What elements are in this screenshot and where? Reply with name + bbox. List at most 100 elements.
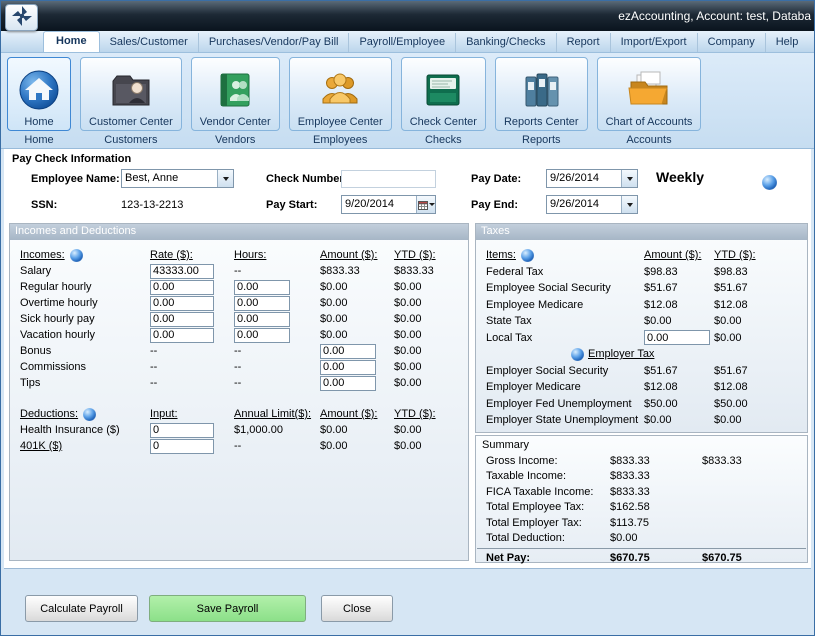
chevron-down-icon[interactable] xyxy=(217,170,233,187)
employer-tax-header: Employer Tax xyxy=(588,348,654,360)
amount-value: $670.75 xyxy=(610,552,702,564)
toolbar-button-subtitle: Reports xyxy=(522,134,561,146)
amount-value: $0.00 xyxy=(644,414,714,426)
ytd-value: $0.00 xyxy=(714,414,799,426)
summary-divider xyxy=(477,548,806,549)
ytd-value: $0.00 xyxy=(394,361,460,373)
incomes-help-icon[interactable] xyxy=(70,249,83,262)
rate-input[interactable] xyxy=(150,264,214,279)
rate-value: -- xyxy=(150,345,234,357)
hours-input[interactable] xyxy=(234,312,290,327)
tab-payroll-employee[interactable]: Payroll/Employee xyxy=(349,33,456,52)
summary-row-taxable-income: Taxable Income: $833.33 xyxy=(476,469,807,485)
employee-name-select[interactable]: Best, Anne xyxy=(121,169,234,188)
hours-input[interactable] xyxy=(234,296,290,311)
customer-center-button[interactable]: Customer Center xyxy=(80,57,182,131)
amount-value: $0.00 xyxy=(320,424,394,436)
employer-tax-header-row: Employer Tax xyxy=(571,346,807,363)
rate-input[interactable] xyxy=(150,312,214,327)
amount-value: $0.00 xyxy=(320,440,394,452)
hours-input[interactable] xyxy=(234,328,290,343)
taxes-header-row: Items: Amount ($): YTD ($): xyxy=(476,247,807,264)
calendar-icon[interactable] xyxy=(416,196,435,213)
employee-center-button[interactable]: Employee Center xyxy=(289,57,392,131)
vendor-book-icon xyxy=(212,69,258,114)
hours-input[interactable] xyxy=(234,280,290,295)
action-bar: Calculate Payroll Save Payroll Close xyxy=(1,570,814,636)
amount-value: $12.08 xyxy=(644,381,714,393)
vendor-center-button[interactable]: Vendor Center xyxy=(191,57,280,131)
report-binders-icon xyxy=(518,69,564,114)
ytd-value: $833.33 xyxy=(394,265,460,277)
taxes-help-icon[interactable] xyxy=(521,249,534,262)
chevron-down-icon[interactable] xyxy=(621,196,637,213)
rate-input[interactable] xyxy=(150,328,214,343)
taxes-panel: Taxes Items: Amount ($): YTD ($): Federa… xyxy=(475,223,808,433)
ytd-header: YTD ($): xyxy=(394,249,460,261)
paycheck-help-icon[interactable] xyxy=(762,175,777,190)
app-window: ezAccounting, Account: test, Databa Home… xyxy=(0,0,815,636)
chevron-down-icon[interactable] xyxy=(621,170,637,187)
tax-row-employer-ss: Employer Social Security $51.67 $51.67 xyxy=(476,363,807,380)
tax-row-employer-state-unemployment: Employer State Unemployment $0.00 $0.00 xyxy=(476,412,807,429)
home-button[interactable]: Home xyxy=(7,57,71,131)
pay-start-value: 9/20/2014 xyxy=(342,196,416,213)
tab-company[interactable]: Company xyxy=(698,33,766,52)
check-number-input[interactable] xyxy=(341,170,436,188)
save-payroll-button[interactable]: Save Payroll xyxy=(149,595,306,622)
toolbar-button-subtitle: Home xyxy=(24,134,53,146)
tab-report[interactable]: Report xyxy=(557,33,611,52)
summary-label: Total Employer Tax: xyxy=(486,517,610,529)
income-label: Overtime hourly xyxy=(20,297,150,309)
chart-of-accounts-button[interactable]: Chart of Accounts xyxy=(597,57,702,131)
income-row-salary: Salary -- $833.33 $833.33 xyxy=(10,263,468,279)
annual-limit-value: $1,000.00 xyxy=(234,424,320,436)
income-row-vacation-hourly: Vacation hourly $0.00 $0.00 xyxy=(10,327,468,343)
close-button[interactable]: Close xyxy=(321,595,393,622)
app-menu-button[interactable] xyxy=(5,4,38,31)
calculate-payroll-button[interactable]: Calculate Payroll xyxy=(25,595,138,622)
pay-end-select[interactable]: 9/26/2014 xyxy=(546,195,638,214)
amount-value: $12.08 xyxy=(644,299,714,311)
toolbar-button-subtitle: Accounts xyxy=(626,134,671,146)
tab-help[interactable]: Help xyxy=(766,33,809,52)
ytd-value: $670.75 xyxy=(702,552,792,564)
reports-center-button[interactable]: Reports Center xyxy=(495,57,588,131)
ssn-label: SSN: xyxy=(31,199,57,211)
ssn-value: 123-13-2213 xyxy=(121,199,183,211)
tab-import-export[interactable]: Import/Export xyxy=(611,33,698,52)
local-tax-input[interactable] xyxy=(644,330,710,345)
tab-home[interactable]: Home xyxy=(43,31,100,52)
employer-tax-help-icon[interactable] xyxy=(571,348,584,361)
amount-input[interactable] xyxy=(320,376,376,391)
deductions-help-icon[interactable] xyxy=(83,408,96,421)
tax-label: Employee Medicare xyxy=(486,299,644,311)
pay-start-datepicker[interactable]: 9/20/2014 xyxy=(341,195,436,214)
amount-input[interactable] xyxy=(320,360,376,375)
rate-input[interactable] xyxy=(150,280,214,295)
amount-value: $0.00 xyxy=(644,315,714,327)
accounts-folder-icon xyxy=(626,69,672,114)
deduction-input[interactable] xyxy=(150,439,214,454)
tab-sales-customer[interactable]: Sales/Customer xyxy=(100,33,199,52)
incomes-panel-title: Incomes and Deductions xyxy=(10,224,468,240)
pay-date-label: Pay Date: xyxy=(471,173,521,185)
tax-label: Federal Tax xyxy=(486,266,644,278)
tab-banking-checks[interactable]: Banking/Checks xyxy=(456,33,557,52)
amount-input[interactable] xyxy=(320,344,376,359)
deduction-input[interactable] xyxy=(150,423,214,438)
menu-bar: Home Sales/Customer Purchases/Vendor/Pay… xyxy=(1,31,814,53)
check-center-button[interactable]: Check Center xyxy=(401,57,486,131)
pay-frequency-label: Weekly xyxy=(656,169,704,185)
income-row-commissions: Commissions -- -- $0.00 xyxy=(10,359,468,375)
summary-title: Summary xyxy=(476,436,807,453)
ytd-value: $12.08 xyxy=(714,381,799,393)
summary-row-total-employee-tax: Total Employee Tax: $162.58 xyxy=(476,500,807,516)
employee-name-value: Best, Anne xyxy=(122,170,217,187)
pay-date-select[interactable]: 9/26/2014 xyxy=(546,169,638,188)
income-row-overtime-hourly: Overtime hourly $0.00 $0.00 xyxy=(10,295,468,311)
tab-purchases-vendor[interactable]: Purchases/Vendor/Pay Bill xyxy=(199,33,350,52)
tax-row-state: State Tax $0.00 $0.00 xyxy=(476,313,807,330)
rate-input[interactable] xyxy=(150,296,214,311)
rate-header: Rate ($): xyxy=(150,249,234,261)
